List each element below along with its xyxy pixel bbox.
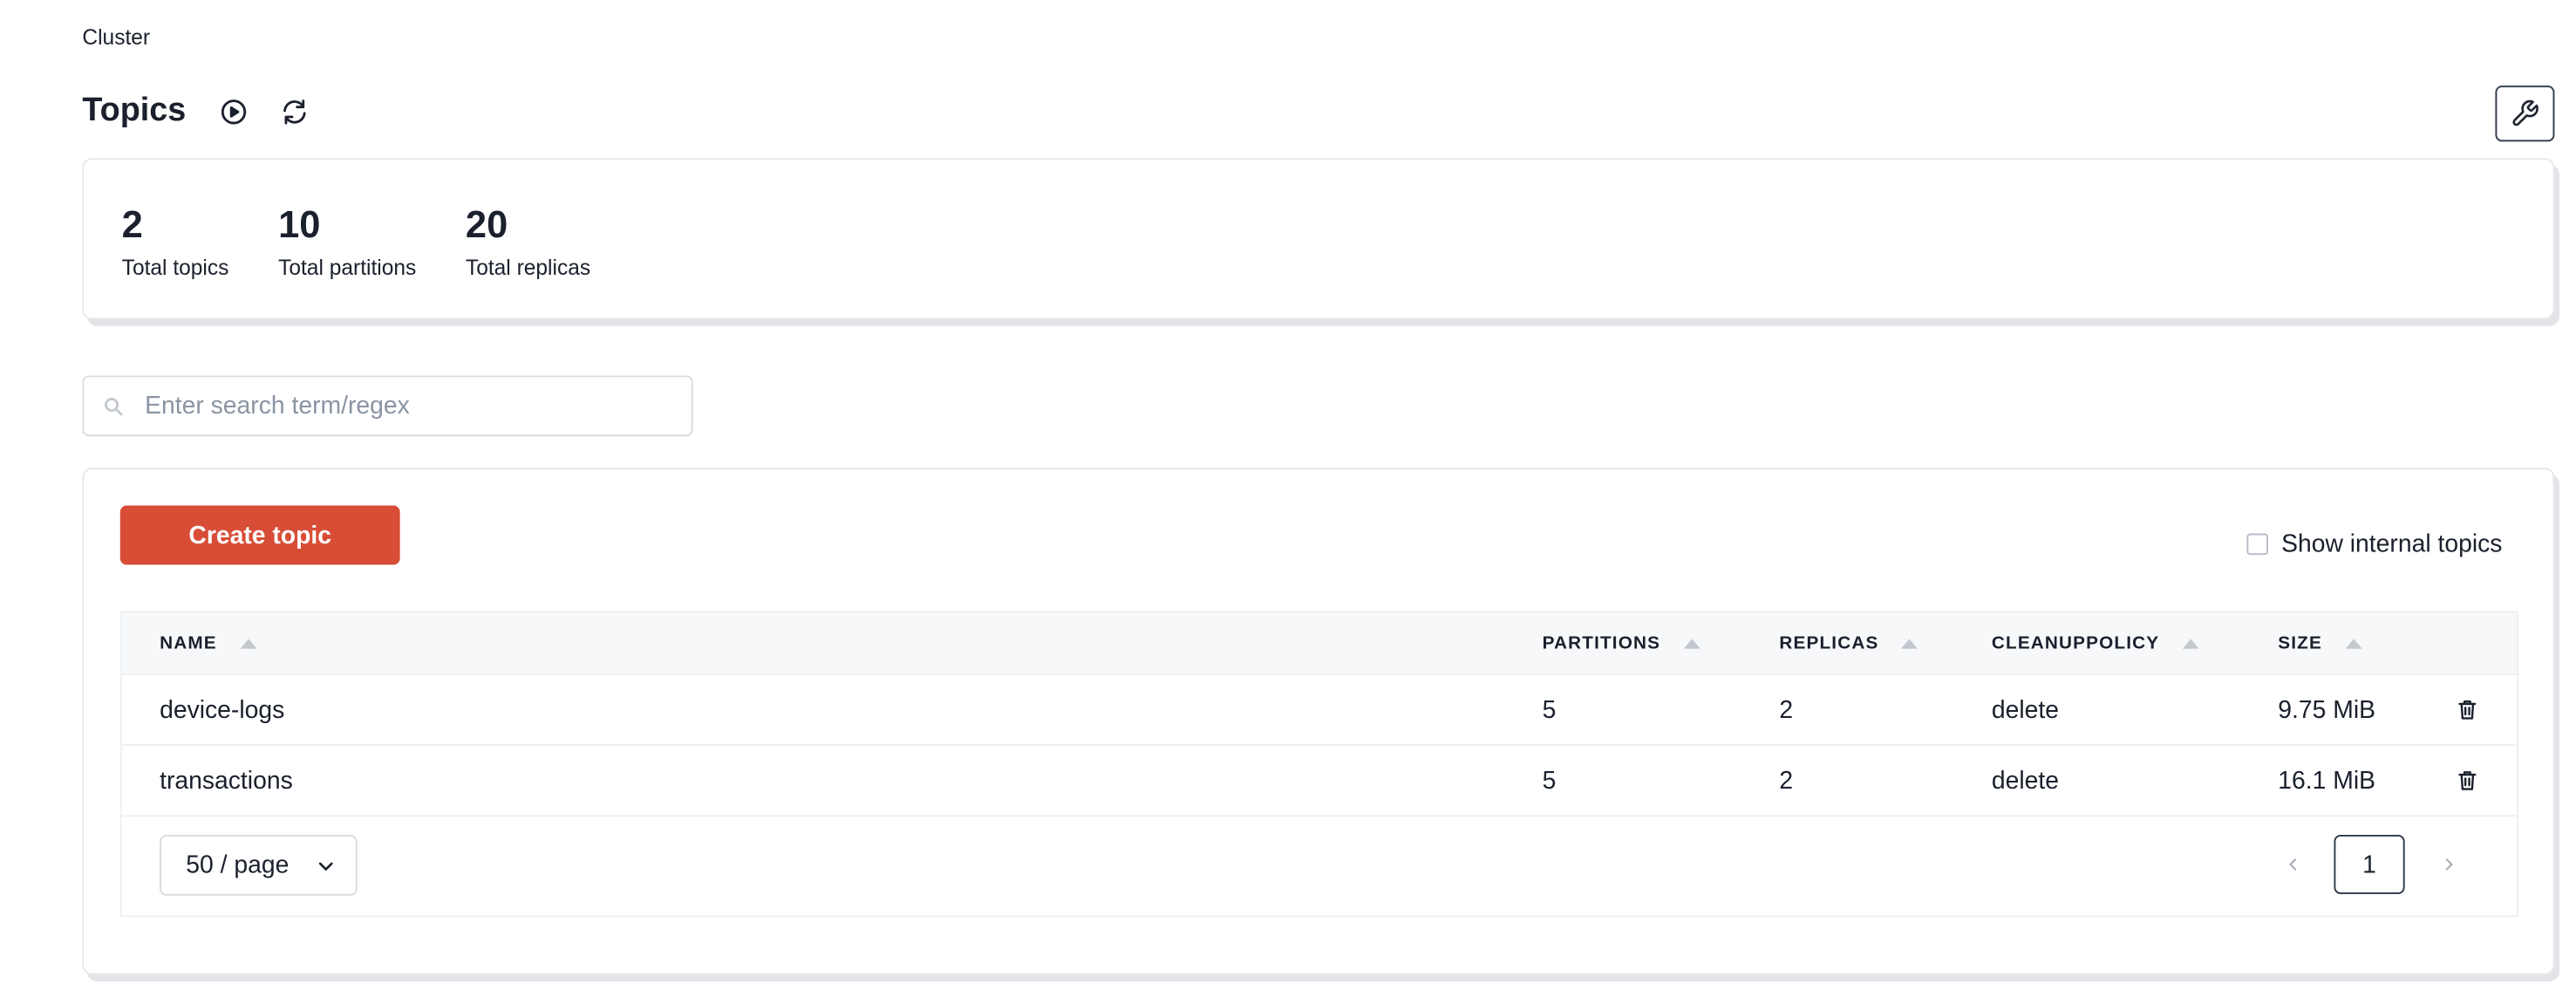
table-header: NAME PARTITIONS REPLICAS CLEANUPPOLICY S… [121,612,2517,675]
title-row: Topics [82,92,337,130]
column-header-label: SIZE [2278,632,2322,653]
table-row[interactable]: transactions 5 2 delete 16.1 MiB [121,746,2517,817]
refresh-icon[interactable] [276,93,313,130]
stat-total-topics: 2 Total topics [121,199,229,280]
stat-total-replicas: 20 Total replicas [465,199,591,280]
column-header-label: CLEANUPPOLICY [1991,632,2160,653]
topic-name[interactable]: transactions [160,746,293,815]
create-topic-button[interactable]: Create topic [119,505,400,565]
topic-cleanuppolicy: delete [1991,695,2060,724]
trash-icon [2456,769,2478,791]
stats-card: 2 Total topics 10 Total partitions 20 To… [82,158,2555,320]
show-internal-label: Show internal topics [2281,530,2503,558]
settings-button[interactable] [2495,85,2555,142]
chevron-right-icon[interactable] [2439,853,2459,876]
table-row[interactable]: device-logs 5 2 delete 9.75 MiB [121,675,2517,747]
column-header-label: PARTITIONS [1542,632,1661,653]
sort-asc-icon [240,638,257,648]
stat-label: Total topics [121,255,229,280]
sort-asc-icon [2345,638,2362,648]
column-header-label: REPLICAS [1779,632,1879,653]
search-input[interactable] [145,392,639,420]
stat-label: Total replicas [465,255,591,280]
topics-table: NAME PARTITIONS REPLICAS CLEANUPPOLICY S… [119,611,2518,918]
show-internal-checkbox[interactable] [2246,533,2268,556]
stat-label: Total partitions [278,255,417,280]
topic-replicas: 2 [1779,695,1794,724]
stats-list: 2 Total topics 10 Total partitions 20 To… [121,199,640,280]
topic-replicas: 2 [1779,766,1794,795]
page-number-current[interactable]: 1 [2334,834,2405,894]
column-header-name[interactable]: NAME [160,612,257,673]
page-title: Topics [82,92,187,129]
chevron-down-icon [316,857,336,877]
column-header-size[interactable]: SIZE [2278,612,2362,673]
stat-value: 2 [121,202,143,246]
search-icon [102,394,125,417]
search-box [82,375,693,437]
show-internal-topics-toggle[interactable]: Show internal topics [2246,530,2502,558]
stat-value: 20 [465,202,508,246]
topic-cleanuppolicy: delete [1991,766,2060,795]
topic-name[interactable]: device-logs [160,675,284,744]
topic-partitions: 5 [1542,695,1557,724]
column-header-label: NAME [160,632,217,653]
sort-asc-icon [1901,638,1918,648]
trash-icon [2456,698,2478,721]
column-header-partitions[interactable]: PARTITIONS [1543,612,1700,673]
play-circle-icon[interactable] [215,93,252,130]
column-header-replicas[interactable]: REPLICAS [1779,612,1918,673]
topic-size: 9.75 MiB [2278,695,2376,724]
page-size-label: 50 / page [186,851,290,879]
sort-asc-icon [2182,638,2199,648]
wrench-icon [2510,99,2539,128]
delete-topic-button[interactable] [2456,746,2478,815]
stat-total-partitions: 10 Total partitions [278,199,417,280]
topic-partitions: 5 [1542,766,1557,795]
stat-value: 10 [278,202,321,246]
topic-size: 16.1 MiB [2278,766,2376,795]
topics-card: Create topic Show internal topics NAME P… [82,468,2555,975]
chevron-left-icon[interactable] [2283,853,2303,876]
column-header-cleanuppolicy[interactable]: CLEANUPPOLICY [1992,612,2199,673]
delete-topic-button[interactable] [2456,675,2478,744]
page-size-select[interactable]: 50 / page [160,834,358,896]
sort-asc-icon [1683,638,1700,648]
breadcrumb[interactable]: Cluster [82,24,150,49]
pagination: 50 / page 1 [122,817,2517,915]
